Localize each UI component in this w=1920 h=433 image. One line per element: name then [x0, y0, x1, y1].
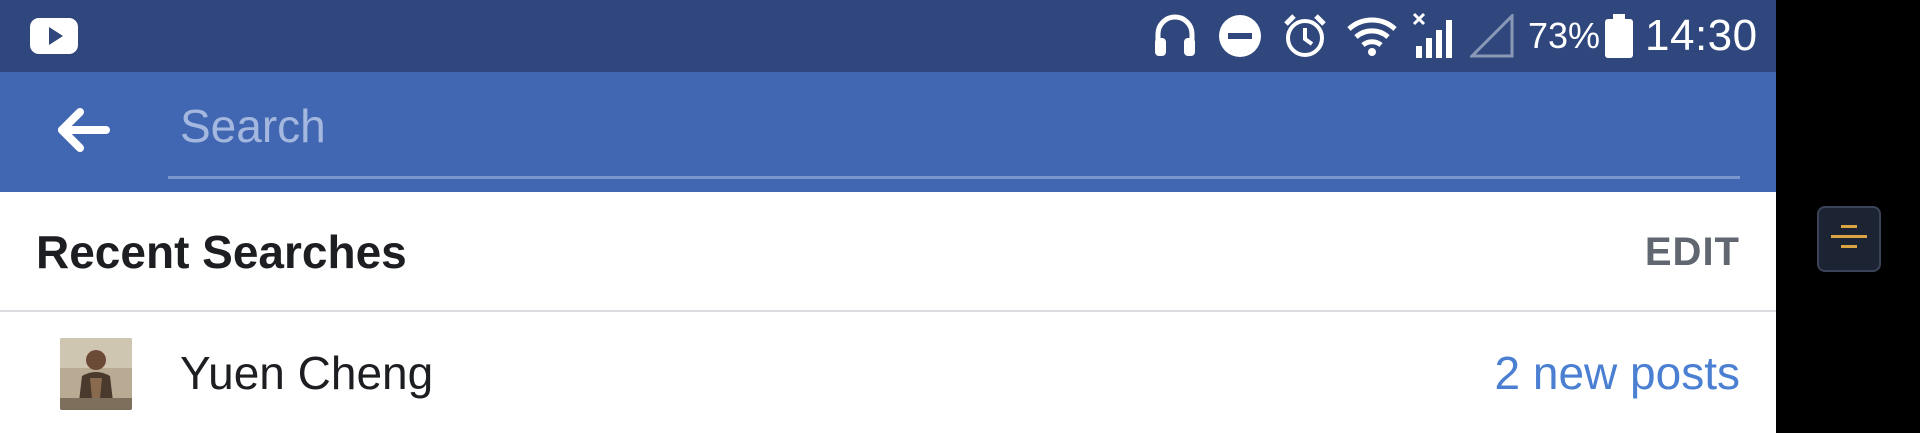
back-arrow-icon: [58, 107, 110, 157]
floating-menu-button[interactable]: [1817, 206, 1881, 272]
list-item[interactable]: Yuen Cheng 2 new posts: [0, 314, 1776, 433]
signal-empty-icon: [1470, 0, 1514, 72]
search-underline: [168, 176, 1740, 179]
recent-searches-header: Recent Searches EDIT: [0, 192, 1776, 312]
app-screen: 73% 14:30 Recent Searches EDIT: [0, 0, 1776, 433]
recent-searches-title: Recent Searches: [36, 226, 407, 278]
status-clock: 14:30: [1645, 11, 1758, 60]
new-posts-badge: 2 new posts: [1494, 347, 1740, 399]
result-name: Yuen Cheng: [180, 347, 434, 399]
do-not-disturb-icon: [1218, 0, 1262, 72]
menu-lines-icon: [1829, 222, 1869, 257]
alarm-icon: [1283, 0, 1327, 72]
avatar: [60, 338, 132, 410]
wifi-icon: [1347, 0, 1397, 72]
headphones-icon: [1152, 0, 1198, 72]
battery-percentage: 73%: [1528, 15, 1601, 56]
status-bar: 73% 14:30: [0, 0, 1776, 72]
edit-button[interactable]: EDIT: [1645, 192, 1740, 312]
youtube-icon: [30, 0, 78, 72]
battery-icon: [1605, 0, 1633, 72]
back-button[interactable]: [50, 102, 118, 162]
search-input[interactable]: [168, 92, 1740, 160]
signal-icon: [1412, 0, 1458, 72]
search-bar: [0, 72, 1776, 192]
